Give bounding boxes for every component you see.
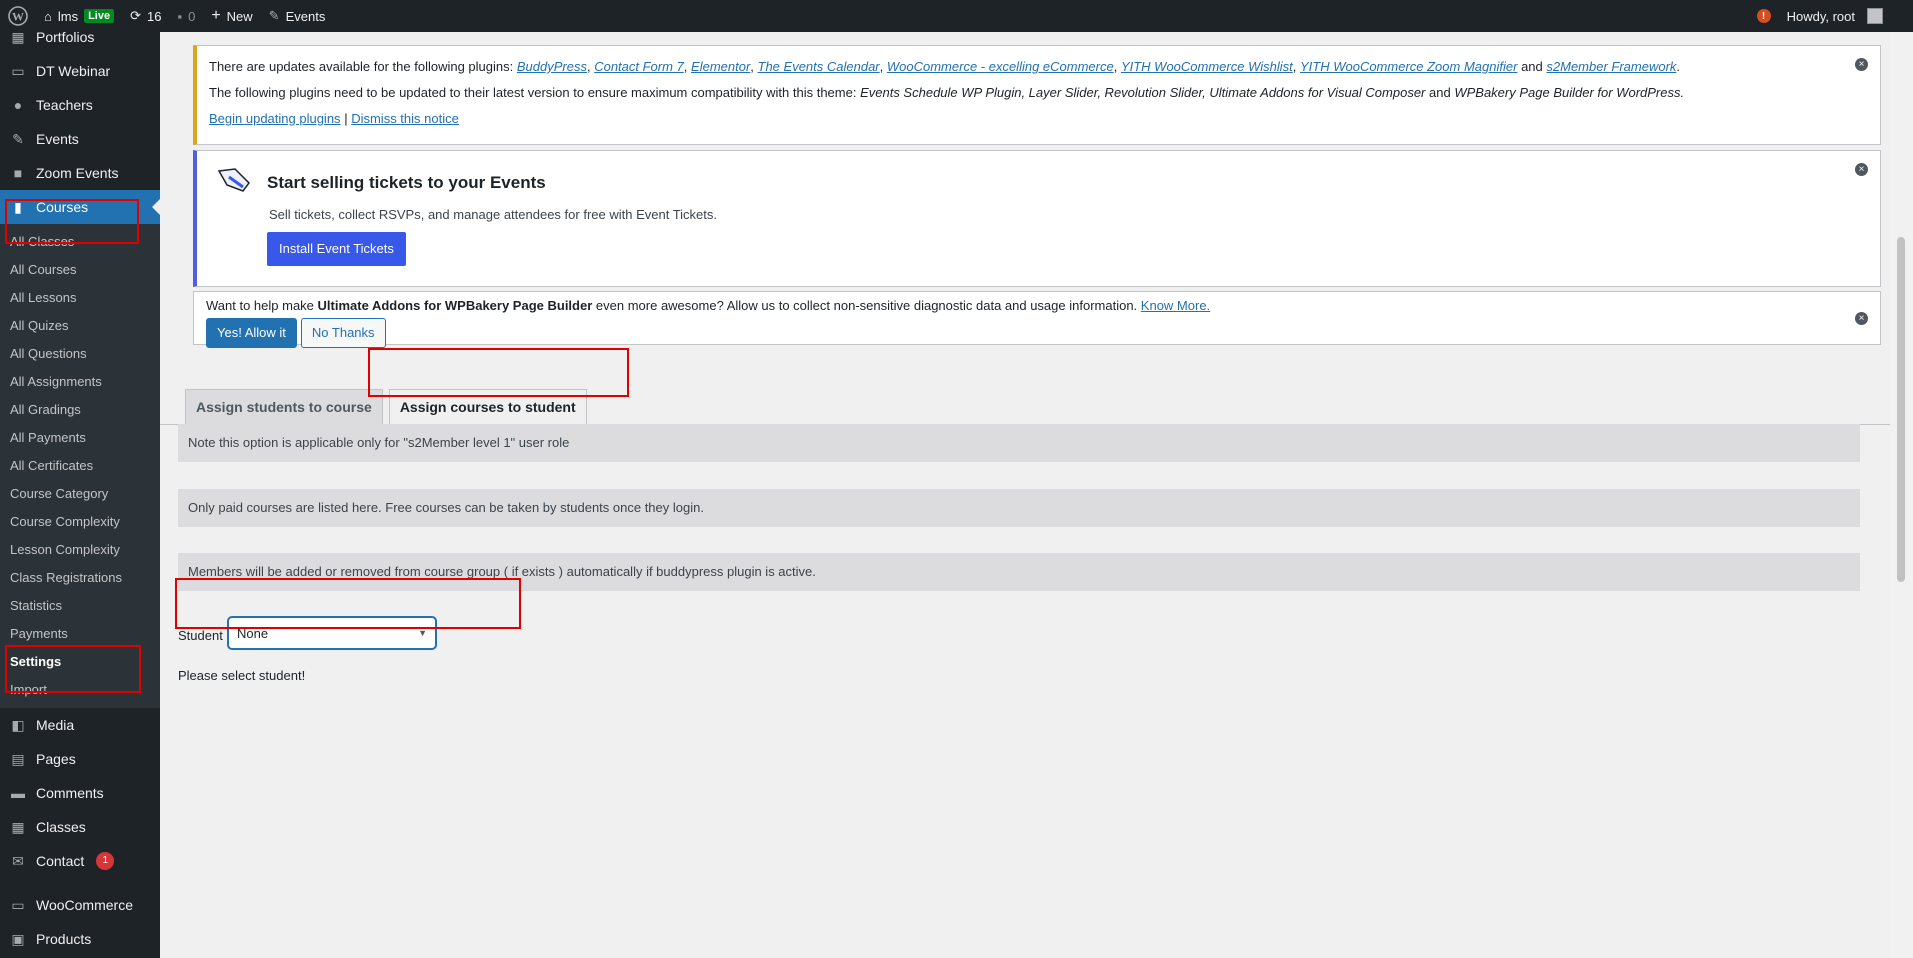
submenu-all-questions[interactable]: All Questions <box>0 340 160 368</box>
menu-dt-webinar[interactable]: ▭ DT Webinar <box>0 54 160 88</box>
begin-updating-plugins-link[interactable]: Begin updating plugins <box>209 111 341 126</box>
admin-sidebar: ▦ Portfolios ▭ DT Webinar ● Teachers ✎ E… <box>0 32 160 958</box>
menu-teachers[interactable]: ● Teachers <box>0 88 160 122</box>
woo-icon: ▭ <box>11 896 25 913</box>
tickets-description: Sell tickets, collect RSVPs, and manage … <box>269 207 717 222</box>
close-icon[interactable]: × <box>1855 163 1868 176</box>
event-tickets-notice: Start selling tickets to your Events Sel… <box>193 150 1881 287</box>
scrollbar-thumb[interactable] <box>1897 237 1905 582</box>
site-name-link[interactable]: ⌂ lms Live <box>36 0 122 32</box>
submenu-all-courses[interactable]: All Courses <box>0 256 160 284</box>
svg-text:W: W <box>12 10 24 24</box>
required-plugins-text: The following plugins need to be updated… <box>209 85 1685 100</box>
page-icon: ▤ <box>11 750 25 767</box>
contact-count-badge: 1 <box>96 852 115 870</box>
no-thanks-button[interactable]: No Thanks <box>300 318 386 348</box>
highlight-assign-courses-tab <box>368 348 629 397</box>
ticket-icon: ✎ <box>268 8 280 23</box>
wordpress-logo-icon[interactable]: W <box>0 0 36 32</box>
menu-products[interactable]: ▣ Products <box>0 922 160 956</box>
dropdown-arrow-icon: ▼ <box>418 628 427 638</box>
close-icon[interactable]: × <box>1855 58 1868 71</box>
menu-zoom-events[interactable]: ■ Zoom Events <box>0 156 160 190</box>
menu-portfolios[interactable]: ▦ Portfolios <box>0 32 160 54</box>
tab-assign-students-to-course[interactable]: Assign students to course <box>185 389 383 425</box>
portfolio-icon: ▦ <box>11 32 25 45</box>
comment-bubble-icon: ▪ <box>177 8 183 24</box>
dismiss-notice-link[interactable]: Dismiss this notice <box>351 111 459 126</box>
alert-icon: ! <box>1756 9 1771 23</box>
student-validation-message: Please select student! <box>178 668 306 683</box>
page-scrollbar[interactable] <box>1890 32 1913 958</box>
allow-tracking-button[interactable]: Yes! Allow it <box>206 318 297 348</box>
submenu-course-complexity[interactable]: Course Complexity <box>0 508 160 536</box>
plugin-link-yith-zoom[interactable]: YITH WooCommerce Zoom Magnifier <box>1300 59 1517 74</box>
submenu-statistics[interactable]: Statistics <box>0 592 160 620</box>
video-icon: ■ <box>13 165 23 181</box>
plugin-link-contact-form-7[interactable]: Contact Form 7 <box>594 59 684 74</box>
tickets-title: Start selling tickets to your Events <box>267 173 546 192</box>
install-event-tickets-button[interactable]: Install Event Tickets <box>267 232 406 266</box>
menu-pages[interactable]: ▤ Pages <box>0 742 160 776</box>
submenu-payments[interactable]: Payments <box>0 620 160 648</box>
plugin-updates-text: There are updates available for the foll… <box>209 59 1681 74</box>
my-account-link[interactable]: Howdy, root <box>1779 0 1913 32</box>
plugin-notice-actions: Begin updating plugins | Dismiss this no… <box>209 111 459 126</box>
mail-icon: ✉ <box>12 852 24 869</box>
webinar-icon: ▭ <box>11 62 25 79</box>
submenu-all-certificates[interactable]: All Certificates <box>0 452 160 480</box>
calendar-icon: ▦ <box>11 818 25 835</box>
menu-comments[interactable]: ▬ Comments <box>0 776 160 810</box>
know-more-link[interactable]: Know More. <box>1141 298 1210 313</box>
notification-button[interactable]: ! <box>1749 0 1779 32</box>
avatar <box>1867 8 1883 24</box>
home-icon: ⌂ <box>44 8 52 24</box>
admin-bar: W ⌂ lms Live ⟳ 16 ▪ 0 + New ✎ Events ! H… <box>0 0 1913 32</box>
plugin-link-elementor[interactable]: Elementor <box>691 59 750 74</box>
comments-link[interactable]: ▪ 0 <box>169 0 203 32</box>
updates-icon: ⟳ <box>130 8 141 23</box>
submenu-lesson-complexity[interactable]: Lesson Complexity <box>0 536 160 564</box>
ticket-icon: ✎ <box>12 130 24 147</box>
menu-woocommerce[interactable]: ▭ WooCommerce <box>0 888 160 922</box>
plugin-link-yith-wishlist[interactable]: YITH WooCommerce Wishlist <box>1121 59 1293 74</box>
new-content-link[interactable]: + New <box>203 0 260 32</box>
info-box-paid-courses: Only paid courses are listed here. Free … <box>178 489 1860 527</box>
highlight-settings-menu <box>5 645 141 693</box>
menu-media[interactable]: ◧ Media <box>0 708 160 742</box>
media-icon: ◧ <box>11 716 25 733</box>
submenu-all-assignments[interactable]: All Assignments <box>0 368 160 396</box>
user-icon: ● <box>13 97 23 113</box>
submenu-all-lessons[interactable]: All Lessons <box>0 284 160 312</box>
plus-icon: + <box>211 7 221 24</box>
plugin-updates-notice: There are updates available for the foll… <box>193 45 1881 145</box>
info-box-s2member-note: Note this option is applicable only for … <box>178 424 1860 462</box>
plugin-link-events-calendar[interactable]: The Events Calendar <box>758 59 880 74</box>
tickets-logo-icon <box>215 165 253 195</box>
events-link[interactable]: ✎ Events <box>261 0 334 32</box>
ultimate-addons-text: Want to help make Ultimate Addons for WP… <box>206 298 1211 313</box>
highlight-courses-menu <box>5 199 139 244</box>
comment-icon: ▬ <box>11 785 25 801</box>
plugin-link-buddypress[interactable]: BuddyPress <box>517 59 587 74</box>
submenu-all-quizes[interactable]: All Quizes <box>0 312 160 340</box>
plugin-link-s2member[interactable]: s2Member Framework <box>1546 59 1676 74</box>
plugin-link-woocommerce[interactable]: WooCommerce - excelling eCommerce <box>887 59 1114 74</box>
live-badge: Live <box>84 9 115 23</box>
main-content: There are updates available for the foll… <box>160 32 1890 958</box>
menu-classes[interactable]: ▦ Classes <box>0 810 160 844</box>
menu-contact[interactable]: ✉ Contact 1 <box>0 844 160 878</box>
ultimate-addons-notice: Want to help make Ultimate Addons for WP… <box>193 291 1881 348</box>
menu-events[interactable]: ✎ Events <box>0 122 160 156</box>
highlight-student-select <box>175 578 521 629</box>
product-icon: ▣ <box>11 930 25 947</box>
courses-submenu: All Classes All Courses All Lessons All … <box>0 224 160 708</box>
submenu-all-gradings[interactable]: All Gradings <box>0 396 160 424</box>
submenu-class-registrations[interactable]: Class Registrations <box>0 564 160 592</box>
close-icon[interactable]: × <box>1855 312 1868 325</box>
submenu-all-payments[interactable]: All Payments <box>0 424 160 452</box>
updates-link[interactable]: ⟳ 16 <box>122 0 169 32</box>
submenu-course-category[interactable]: Course Category <box>0 480 160 508</box>
student-label: Student <box>178 628 223 643</box>
